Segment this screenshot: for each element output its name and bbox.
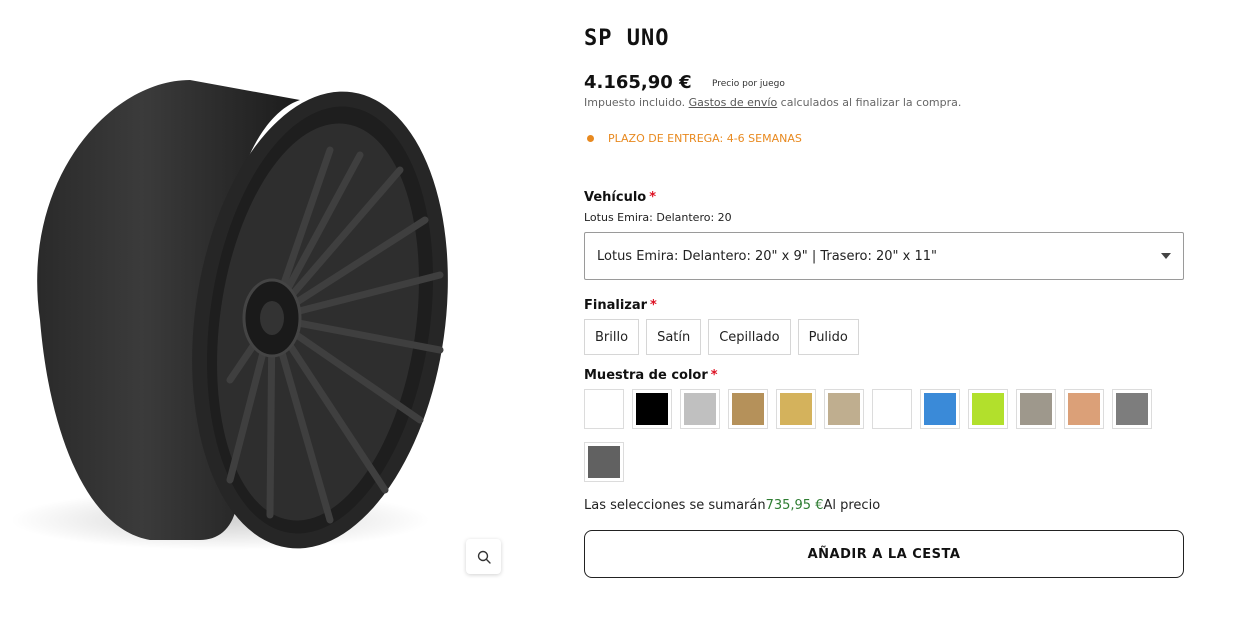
add-to-cart-button[interactable]: AÑADIR A LA CESTA [584,530,1184,578]
color-swatch[interactable] [1112,389,1152,429]
finish-label: Finalizar * [584,298,657,313]
product-price: 4.165,90 € [584,72,692,93]
shipping-costs-link[interactable]: Gastos de envío [689,96,778,109]
color-swatch[interactable] [584,442,624,482]
color-label: Muestra de color * [584,368,718,383]
product-title: SP UNO [584,26,670,51]
color-swatch[interactable] [1016,389,1056,429]
wheel-product-image [10,80,448,550]
color-swatch-chip [732,393,764,425]
color-swatch[interactable] [824,389,864,429]
color-swatch-chip [588,446,620,478]
color-swatch-chip [588,393,620,425]
color-swatch-chip [1020,393,1052,425]
finish-option-brillo[interactable]: Brillo [584,319,640,355]
summary-suffix: Al precio [823,498,881,513]
color-swatch-chip [1068,393,1100,425]
required-mark: * [710,368,718,383]
chevron-down-icon [1161,253,1171,259]
color-swatch-chip [876,393,908,425]
color-swatch-chip [972,393,1004,425]
color-swatch-chip [828,393,860,425]
tax-info: Impuesto incluido. Gastos de envío calcu… [584,96,961,109]
color-swatch[interactable] [872,389,912,429]
vehicle-select[interactable]: Lotus Emira: Delantero: 20" x 9" | Trase… [584,232,1184,280]
zoom-magnifier-icon [477,550,491,564]
color-swatch[interactable] [968,389,1008,429]
delivery-text: PLAZO DE ENTREGA: 4-6 SEMANAS [608,132,802,145]
color-swatch[interactable] [920,389,960,429]
color-label-text: Muestra de color [584,368,708,383]
tax-prefix: Impuesto incluido. [584,96,689,109]
color-swatch-chip [924,393,956,425]
color-swatch-chip [1116,393,1148,425]
vehicle-select-value: Lotus Emira: Delantero: 20" x 9" | Trase… [597,248,937,264]
product-image-area [0,0,520,625]
finish-options: Brillo Satín Cepillado Pulido [584,319,866,355]
color-swatch[interactable] [632,389,672,429]
tax-suffix: calculados al finalizar la compra. [777,96,962,109]
color-swatch[interactable] [728,389,768,429]
color-swatch-chip [636,393,668,425]
color-swatch[interactable] [776,389,816,429]
delivery-dot-icon [587,135,594,142]
finish-option-satin[interactable]: Satín [646,319,702,355]
selection-summary: Las selecciones se sumarán735,95 €Al pre… [584,498,880,513]
zoom-button[interactable] [466,539,501,574]
color-swatch-chip [684,393,716,425]
finish-label-text: Finalizar [584,298,648,313]
color-swatch-chip [780,393,812,425]
color-swatch[interactable] [584,389,624,429]
required-mark: * [649,190,657,205]
summary-prefix: Las selecciones se sumarán [584,498,766,513]
finish-option-cepillado[interactable]: Cepillado [708,319,791,355]
color-swatch[interactable] [1064,389,1104,429]
finish-option-pulido[interactable]: Pulido [797,319,859,355]
summary-amount: 735,95 € [765,498,824,513]
vehicle-current-value: Lotus Emira: Delantero: 20 [584,211,732,224]
price-note: Precio por juego [712,79,785,89]
required-mark: * [650,298,657,313]
color-swatch[interactable] [680,389,720,429]
delivery-status: PLAZO DE ENTREGA: 4-6 SEMANAS [587,132,802,145]
vehicle-label: Vehículo * [584,190,656,205]
vehicle-label-text: Vehículo [584,190,647,205]
